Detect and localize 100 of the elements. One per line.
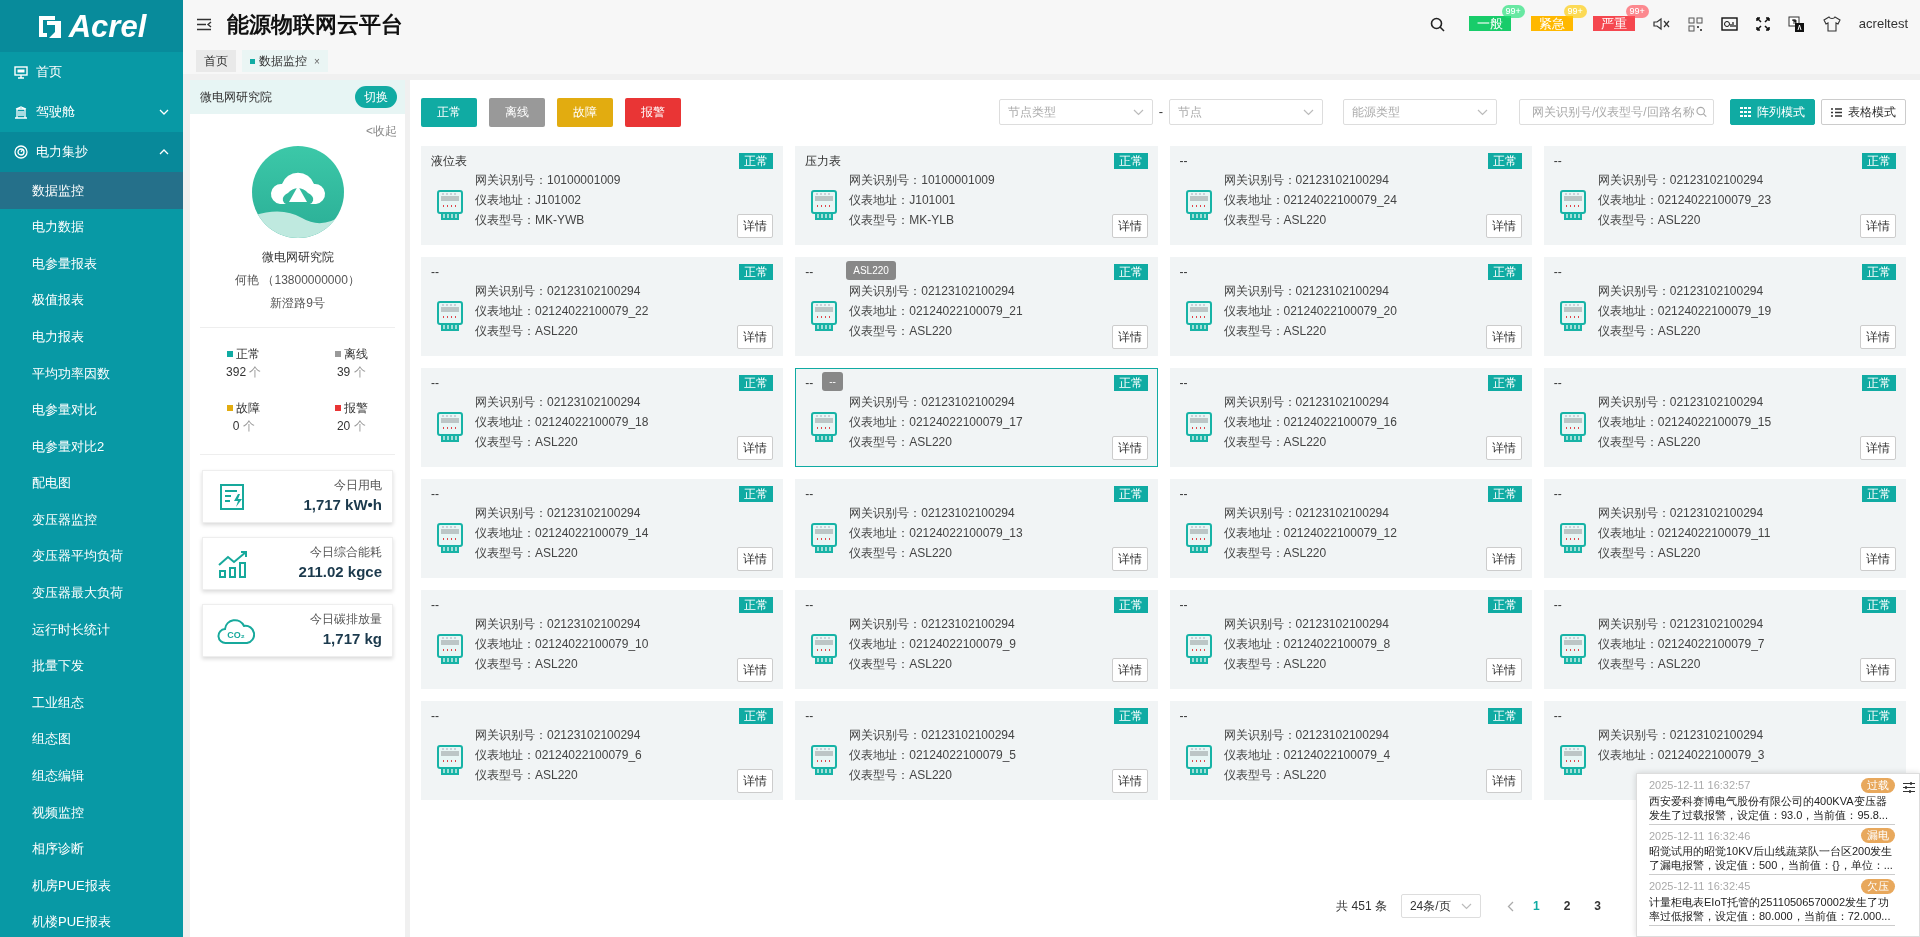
details-button[interactable]: 详情 — [1111, 769, 1148, 793]
device-card[interactable]: -- 正常 网关识别号：02123102100294 仪表地址：02124022100079_17 仪表型号：ASL220 详情 -- — [795, 368, 1158, 467]
alarm-tag: 漏电 — [1861, 828, 1895, 844]
device-card[interactable]: -- 正常 网关识别号：02123102100294 仪表地址：02124022100079_9 仪表型号：ASL220 详情 — [795, 590, 1158, 689]
menu-icon[interactable] — [196, 17, 212, 31]
status-badge: 正常 — [1862, 375, 1896, 391]
details-button[interactable]: 详情 — [1485, 436, 1522, 460]
device-card[interactable]: -- 正常 网关识别号：02123102100294 仪表地址：02124022100079_6 仪表型号：ASL220 详情 — [421, 701, 784, 800]
search-icon[interactable] — [1429, 16, 1445, 32]
device-card[interactable]: -- 正常 网关识别号：02123102100294 仪表地址：02124022100079_14 仪表型号：ASL220 详情 — [421, 479, 784, 578]
card-title: -- — [1179, 264, 1188, 281]
details-button[interactable]: 详情 — [1860, 658, 1896, 682]
chevron-down-icon — [1460, 902, 1472, 910]
details-button[interactable]: 详情 — [737, 214, 774, 238]
details-button[interactable]: 详情 — [737, 325, 774, 349]
details-button[interactable]: 详情 — [1485, 769, 1522, 793]
page-size-select[interactable]: 24条/页 — [1400, 894, 1481, 918]
gateway-id-text: 网关识别号：02123102100294 — [1223, 727, 1390, 744]
gateway-id-text: 网关识别号：02123102100294 — [849, 616, 1016, 633]
status-badge: 正常 — [1862, 597, 1896, 613]
meter-model-text: 仪表型号：ASL220 — [849, 545, 953, 562]
status-badge: 正常 — [1487, 708, 1522, 724]
device-card[interactable]: -- 正常 网关识别号：02123102100294 仪表地址：02124022100079_18 仪表型号：ASL220 详情 — [421, 368, 784, 467]
device-card[interactable]: -- 正常 网关识别号：02123102100294 仪表地址：02124022100079_4 仪表型号：ASL220 详情 — [1169, 701, 1532, 800]
gateway-id-text: 网关识别号：02123102100294 — [475, 616, 642, 633]
search-field[interactable]: 网关识别号/仪表型号/回路名称 — [1519, 99, 1714, 125]
meter-model-text: 仪表型号：MK-YWB — [475, 212, 586, 229]
details-button[interactable]: 详情 — [1111, 658, 1148, 682]
view-mode-button[interactable]: 表格模式 — [1821, 99, 1906, 125]
meter-icon — [1559, 523, 1586, 554]
details-button[interactable]: 详情 — [1111, 436, 1148, 460]
details-button[interactable]: 详情 — [1111, 547, 1148, 571]
collapse-link[interactable]: <收起 — [366, 114, 405, 140]
page-tab[interactable]: 首页 — [196, 50, 236, 72]
device-card[interactable]: -- 正常 网关识别号：02123102100294 仪表地址：02124022100079_22 仪表型号：ASL220 详情 — [421, 257, 784, 356]
device-card[interactable]: -- 正常 网关识别号：02123102100294 仪表地址：02124022100079_15 仪表型号：ASL220 详情 — [1543, 368, 1906, 467]
translate-icon[interactable] — [1787, 15, 1805, 33]
page-tab[interactable]: 数据监控 × — [242, 50, 328, 72]
filter-icon[interactable] — [1903, 782, 1915, 793]
status-filter-button[interactable]: 报警 — [625, 97, 681, 127]
details-button[interactable]: 详情 — [1111, 214, 1148, 238]
device-card[interactable]: 液位表 正常 网关识别号：10100001009 仪表地址：J101002 仪表型号：MK-YWB 详情 — [421, 146, 784, 245]
device-card[interactable]: -- 正常 网关识别号：02123102100294 仪表地址：02124022100079_24 仪表型号：ASL220 详情 — [1169, 146, 1532, 245]
meter-model-text: 仪表型号：ASL220 — [1597, 434, 1702, 451]
device-card[interactable]: -- 正常 网关识别号：02123102100294 仪表地址：02124022100079_7 仪表型号：ASL220 详情 — [1543, 590, 1906, 689]
details-button[interactable]: 详情 — [737, 658, 774, 682]
details-button[interactable]: 详情 — [1860, 325, 1896, 349]
device-card[interactable]: -- 正常 网关识别号：02123102100294 仪表地址：02124022100079_12 仪表型号：ASL220 详情 — [1169, 479, 1532, 578]
details-button[interactable]: 详情 — [1485, 325, 1522, 349]
device-card[interactable]: 压力表 正常 网关识别号：10100001009 仪表地址：J101001 仪表型号：MK-YLB 详情 — [795, 146, 1158, 245]
device-card[interactable]: -- 正常 网关识别号：02123102100294 仪表地址：02124022100079_19 仪表型号：ASL220 详情 — [1543, 257, 1906, 356]
meter-model-text: 仪表型号：ASL220 — [1223, 323, 1328, 340]
page-number[interactable]: 2 — [1558, 897, 1576, 915]
meter-address-text: 仪表地址：02124022100079_15 — [1597, 414, 1773, 431]
status-count: 392 个 — [226, 364, 262, 381]
device-card[interactable]: -- 正常 网关识别号：02123102100294 仪表地址：02124022100079_20 仪表型号：ASL220 详情 — [1169, 257, 1532, 356]
meter-model-text: 仪表型号：ASL220 — [1223, 656, 1328, 673]
grid-icon[interactable] — [1687, 16, 1703, 32]
device-card[interactable]: -- 正常 网关识别号：02123102100294 仪表地址：02124022100079_21 仪表型号：ASL220 详情 ASL220 — [795, 257, 1158, 356]
details-button[interactable]: 详情 — [737, 436, 774, 460]
details-button[interactable]: 详情 — [737, 547, 774, 571]
meter-address-text: 仪表地址：02124022100079_23 — [1597, 192, 1773, 209]
chevron-down-icon — [1303, 108, 1314, 116]
gateway-id-text: 网关识别号：02123102100294 — [475, 727, 642, 744]
device-card[interactable]: -- 正常 网关识别号：02123102100294 仪表地址：02124022100079_8 仪表型号：ASL220 详情 — [1169, 590, 1532, 689]
device-card[interactable]: -- 正常 网关识别号：02123102100294 仪表地址：02124022100079_10 仪表型号：ASL220 详情 — [421, 590, 784, 689]
card-title: -- — [805, 264, 814, 281]
user-name[interactable]: acreltest — [1858, 14, 1908, 34]
details-button[interactable]: 详情 — [1860, 436, 1896, 460]
meter-icon — [1185, 190, 1212, 221]
mute-icon[interactable] — [1652, 17, 1670, 31]
meter-icon — [1559, 745, 1586, 776]
shirt-icon[interactable] — [1822, 16, 1841, 32]
details-button[interactable]: 详情 — [1485, 547, 1522, 571]
details-button[interactable]: 详情 — [1860, 547, 1896, 571]
details-button[interactable]: 详情 — [1111, 325, 1148, 349]
meter-address-text: 仪表地址：02124022100079_17 — [849, 414, 1024, 431]
gateway-id-text: 网关识别号：02123102100294 — [1597, 616, 1765, 633]
device-card[interactable]: -- 正常 网关识别号：02123102100294 仪表地址：02124022100079_11 仪表型号：ASL220 详情 — [1543, 479, 1906, 578]
details-button[interactable]: 详情 — [1485, 214, 1522, 238]
device-card[interactable]: -- 正常 网关识别号：02123102100294 仪表地址：02124022100079_5 仪表型号：ASL220 详情 — [795, 701, 1158, 800]
page-number[interactable]: 3 — [1589, 897, 1606, 915]
stat-value: 1,717 kg — [321, 629, 382, 650]
menu-item[interactable]: 电力集抄 — [0, 132, 183, 172]
card-title: -- — [431, 597, 439, 614]
details-button[interactable]: 详情 — [1485, 658, 1522, 682]
device-card[interactable]: -- 正常 网关识别号：02123102100294 仪表地址：02124022100079_16 仪表型号：ASL220 详情 — [1169, 368, 1532, 467]
details-button[interactable]: 详情 — [1860, 214, 1896, 238]
dashboard-icon[interactable] — [1720, 17, 1738, 31]
details-button[interactable]: 详情 — [737, 769, 774, 793]
fullscreen-icon[interactable] — [1755, 17, 1770, 31]
gateway-id-text: 网关识别号：02123102100294 — [849, 727, 1016, 744]
status-badge: 正常 — [739, 264, 774, 280]
meter-address-text: 仪表地址：02124022100079_19 — [1597, 303, 1773, 320]
logo-icon — [36, 13, 63, 39]
separator-text: - — [1158, 103, 1163, 122]
submenu-item[interactable]: 数据监控 — [0, 172, 183, 209]
device-card[interactable]: -- 正常 网关识别号：02123102100294 仪表地址：02124022100079_23 仪表型号：ASL220 详情 — [1543, 146, 1906, 245]
alert-level-badge[interactable]: 严重 — [1592, 16, 1635, 32]
device-card[interactable]: -- 正常 网关识别号：02123102100294 仪表地址：02124022100079_13 仪表型号：ASL220 详情 — [795, 479, 1158, 578]
